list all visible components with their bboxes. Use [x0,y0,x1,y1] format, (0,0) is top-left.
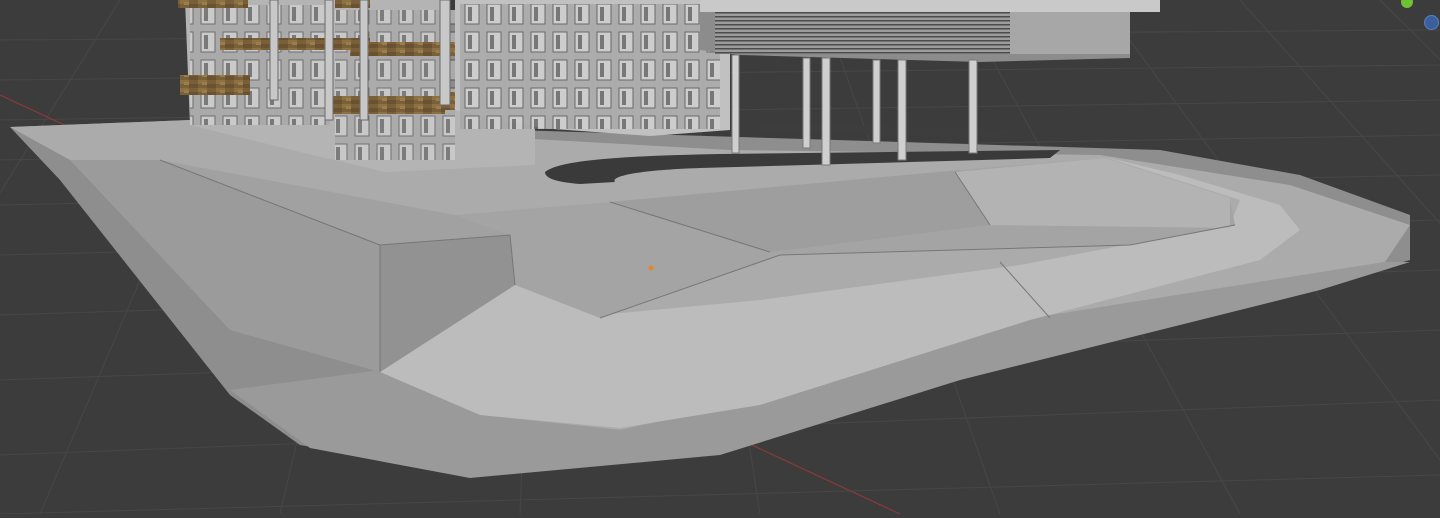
viewport-canvas[interactable] [0,0,1440,515]
gizmo-z-axis-icon[interactable] [1424,15,1439,30]
site-model[interactable] [10,120,1410,478]
3d-viewport[interactable] [0,0,1440,515]
